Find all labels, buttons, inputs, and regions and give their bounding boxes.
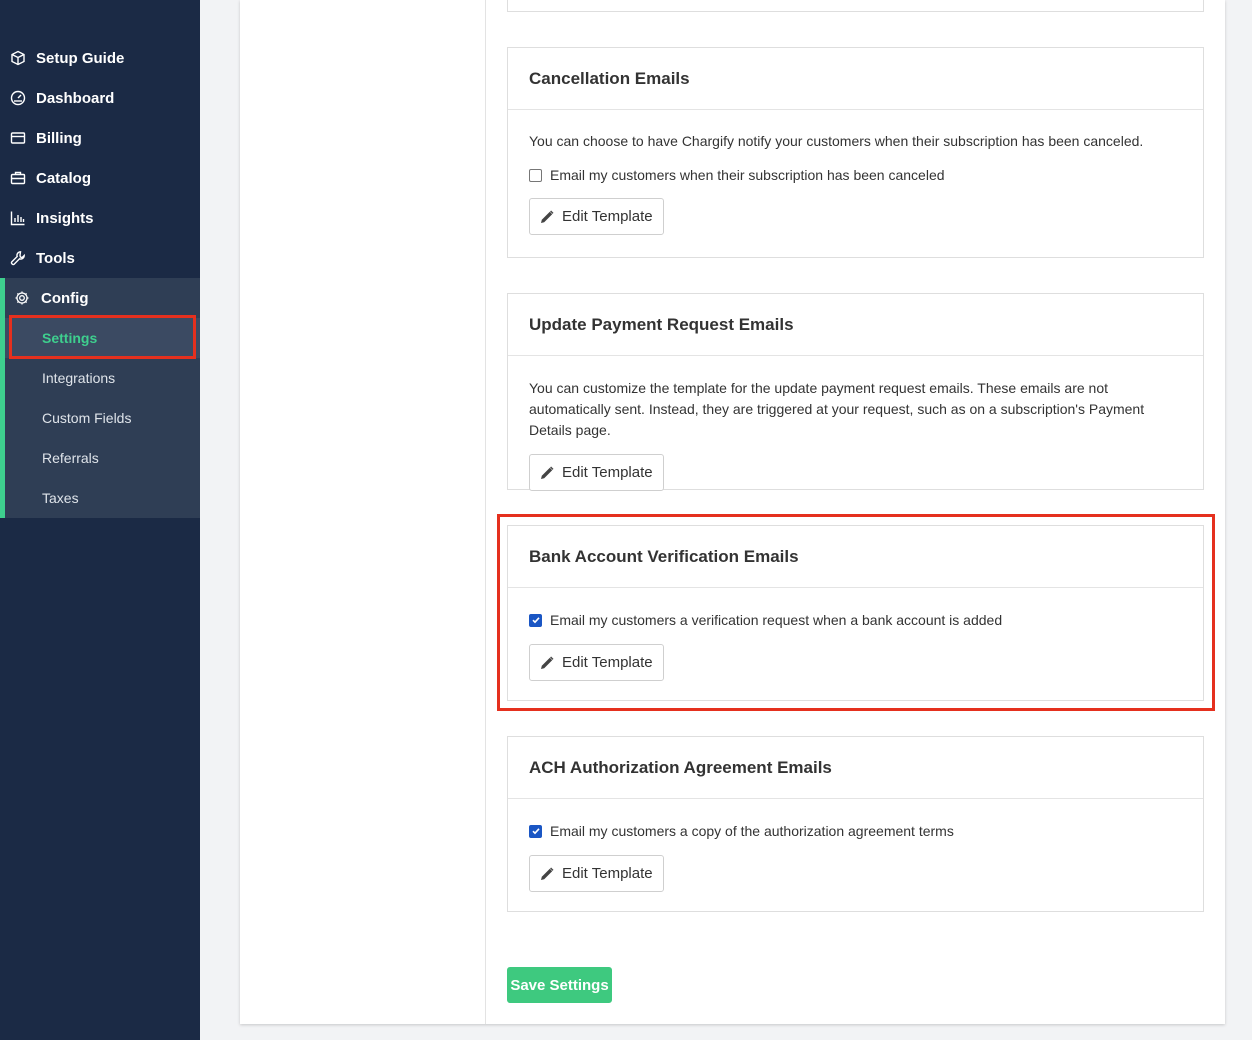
nav-label: Dashboard: [36, 89, 115, 107]
ach-authorization-emails-card: ACH Authorization Agreement Emails Email…: [507, 736, 1204, 912]
sidebar-item-integrations[interactable]: Integrations: [5, 358, 200, 398]
nav-label: Billing: [36, 129, 82, 147]
gauge-icon: [9, 89, 27, 107]
pencil-icon: [540, 210, 554, 224]
box-icon: [9, 49, 27, 67]
nav-label: Tools: [36, 249, 75, 267]
edit-template-button[interactable]: Edit Template: [529, 855, 664, 892]
card-title: Bank Account Verification Emails: [508, 526, 1203, 588]
panel-divider: [485, 0, 486, 1024]
nav-label: Insights: [36, 209, 94, 227]
nav-tools[interactable]: Tools: [0, 238, 200, 278]
checkbox-label: Email my customers a copy of the authori…: [550, 823, 954, 839]
nav-setup-guide[interactable]: Setup Guide: [0, 38, 200, 78]
nav-label: Catalog: [36, 169, 92, 187]
nav-label: Config: [41, 289, 89, 307]
sidebar: Setup Guide Dashboard Billing Catalog In…: [0, 0, 200, 1040]
briefcase-icon: [9, 169, 27, 187]
ach-authorization-checkbox-row[interactable]: Email my customers a copy of the authori…: [529, 821, 1182, 841]
sidebar-item-settings[interactable]: Settings: [5, 318, 200, 358]
sidebar-item-custom-fields[interactable]: Custom Fields: [5, 398, 200, 438]
card-title: ACH Authorization Agreement Emails: [508, 737, 1203, 799]
nav-label: Setup Guide: [36, 49, 125, 67]
sidebar-item-taxes[interactable]: Taxes: [5, 478, 200, 518]
checkbox-label: Email my customers a verification reques…: [550, 612, 1003, 628]
gear-icon: [14, 290, 30, 306]
cancellation-checkbox[interactable]: [529, 168, 542, 182]
edit-template-button[interactable]: Edit Template: [529, 644, 664, 681]
bank-verification-checkbox-row[interactable]: Email my customers a verification reques…: [529, 610, 1182, 630]
ach-authorization-checkbox[interactable]: [529, 824, 542, 838]
button-label: Edit Template: [562, 464, 653, 481]
update-payment-emails-card: Update Payment Request Emails You can cu…: [507, 293, 1204, 491]
save-settings-button[interactable]: Save Settings: [507, 967, 612, 1003]
config-group: Config Settings Integrations Custom Fiel…: [0, 278, 200, 518]
previous-card: [507, 0, 1204, 12]
sidebar-item-referrals[interactable]: Referrals: [5, 438, 200, 478]
button-label: Edit Template: [562, 865, 653, 882]
edit-template-button[interactable]: Edit Template: [529, 454, 664, 491]
nav-insights[interactable]: Insights: [0, 198, 200, 238]
button-label: Edit Template: [562, 654, 653, 671]
pencil-icon: [540, 466, 554, 480]
bar-chart-icon: [9, 209, 27, 227]
nav-catalog[interactable]: Catalog: [0, 158, 200, 198]
pencil-icon: [540, 656, 554, 670]
nav-dashboard[interactable]: Dashboard: [0, 78, 200, 118]
pencil-icon: [540, 867, 554, 881]
bank-verification-emails-card: Bank Account Verification Emails Email m…: [507, 525, 1204, 701]
bank-verification-checkbox[interactable]: [529, 613, 542, 627]
card-description: You can customize the template for the u…: [529, 380, 1145, 438]
edit-template-button[interactable]: Edit Template: [529, 198, 664, 235]
nav-billing[interactable]: Billing: [0, 118, 200, 158]
button-label: Edit Template: [562, 208, 653, 225]
card-description: You can choose to have Chargify notify y…: [529, 133, 1144, 149]
credit-card-icon: [9, 129, 27, 147]
card-title: Cancellation Emails: [508, 48, 1203, 110]
cancellation-emails-card: Cancellation Emails You can choose to ha…: [507, 47, 1204, 258]
wrench-icon: [9, 249, 27, 267]
checkbox-label: Email my customers when their subscripti…: [550, 167, 945, 183]
cancellation-checkbox-row[interactable]: Email my customers when their subscripti…: [529, 165, 1182, 185]
nav-config[interactable]: Config: [5, 278, 200, 318]
card-title: Update Payment Request Emails: [508, 294, 1203, 356]
